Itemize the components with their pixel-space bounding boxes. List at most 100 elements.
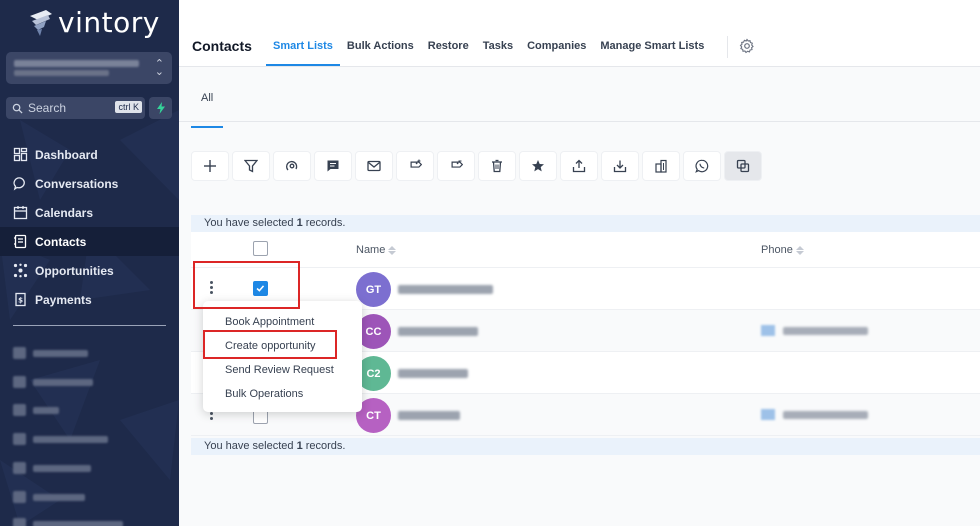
bulk-action-toolbar — [191, 151, 762, 181]
sidebar-item-redacted[interactable] — [13, 518, 123, 526]
tab-tasks[interactable]: Tasks — [476, 40, 520, 66]
message-icon — [327, 160, 339, 172]
lightning-icon — [156, 102, 165, 114]
flag-icon — [761, 409, 775, 420]
tab-companies[interactable]: Companies — [520, 40, 593, 66]
search-placeholder: Search — [28, 101, 67, 115]
delete-button[interactable] — [478, 151, 516, 181]
contact-name-redacted[interactable] — [398, 285, 493, 294]
selection-prefix: You have selected — [204, 217, 294, 229]
delete-icon — [492, 159, 502, 173]
redacted-icon — [13, 433, 26, 445]
export-button[interactable] — [560, 151, 598, 181]
selection-prefix: You have selected — [204, 440, 294, 452]
sidebar-item-redacted[interactable] — [13, 347, 88, 359]
sidebar-item-redacted[interactable] — [13, 433, 108, 445]
redacted-icon — [13, 347, 26, 359]
tab-all[interactable]: All — [191, 92, 223, 128]
review-request-button[interactable] — [519, 151, 557, 181]
header-tabs: Smart Lists Bulk Actions Restore Tasks C… — [266, 40, 711, 66]
sidebar-item-conversations[interactable]: Conversations — [0, 169, 179, 198]
sidebar-item-label: Opportunities — [35, 263, 114, 278]
search-icon — [12, 103, 23, 114]
tab-bulk-actions[interactable]: Bulk Actions — [340, 40, 421, 66]
sidebar-item-calendars[interactable]: Calendars — [0, 198, 179, 227]
sidebar-item-label: Contacts — [35, 234, 87, 249]
quick-action-button[interactable] — [149, 97, 172, 119]
sidebar-item-opportunities[interactable]: Opportunities — [0, 256, 179, 285]
filter-button[interactable] — [232, 151, 270, 181]
tab-restore[interactable]: Restore — [421, 40, 476, 66]
redacted-icon — [13, 518, 26, 526]
redacted-label — [33, 378, 93, 386]
highlight-row-select — [193, 261, 300, 309]
column-header-name[interactable]: Name — [356, 244, 397, 256]
sidebar-item-label: Dashboard — [35, 147, 98, 162]
selection-count: 1 — [296, 440, 303, 452]
add-tag-button[interactable] — [396, 151, 434, 181]
vintory-logo-icon — [30, 9, 52, 36]
search-input[interactable]: Search ctrl K — [6, 97, 145, 119]
column-header-phone[interactable]: Phone — [761, 244, 804, 256]
brand-name: vintory — [58, 6, 160, 39]
contacts-icon — [14, 234, 27, 249]
tab-manage-smart-lists[interactable]: Manage Smart Lists — [593, 40, 711, 66]
gear-icon[interactable] — [739, 38, 755, 54]
phone-number-redacted — [783, 410, 868, 419]
brand-logo[interactable]: vintory — [28, 6, 160, 39]
company-icon — [655, 159, 667, 173]
tab-smart-lists[interactable]: Smart Lists — [266, 40, 340, 66]
sidebar-item-redacted[interactable] — [13, 404, 59, 416]
send-sms-button[interactable] — [314, 151, 352, 181]
merge-button[interactable] — [724, 151, 762, 181]
add-tag-icon — [410, 159, 422, 168]
chat-bubble-icon — [13, 177, 25, 191]
tab-divider — [727, 36, 728, 58]
automation-icon — [285, 160, 298, 171]
phone-redacted — [761, 325, 868, 336]
export-icon — [572, 159, 586, 173]
sidebar: vintory ⌃ ⌄ Search ctrl K Dashboard Conve… — [0, 0, 179, 526]
sidebar-item-label: Calendars — [35, 205, 94, 220]
import-icon — [613, 160, 627, 173]
sidebar-item-redacted[interactable] — [13, 462, 91, 474]
sidebar-item-dashboard[interactable]: Dashboard — [0, 140, 179, 169]
selection-status-top: You have selected 1 records. — [191, 215, 980, 232]
avatar: GT — [356, 272, 391, 307]
account-switcher[interactable]: ⌃ ⌄ — [6, 52, 172, 84]
redacted-label — [33, 464, 91, 472]
menu-item-bulk-operations[interactable]: Bulk Operations — [203, 386, 362, 410]
contact-name-redacted[interactable] — [398, 327, 478, 336]
send-email-button[interactable] — [355, 151, 393, 181]
menu-item-send-review-request[interactable]: Send Review Request — [203, 362, 362, 386]
sidebar-item-payments[interactable]: $ Payments — [0, 285, 179, 314]
sidebar-item-redacted[interactable] — [13, 491, 85, 503]
sidebar-item-redacted[interactable] — [13, 376, 93, 388]
column-label: Name — [356, 244, 386, 256]
selection-suffix: records. — [305, 440, 346, 452]
remove-tag-button[interactable] — [437, 151, 475, 181]
add-to-company-button[interactable] — [642, 151, 680, 181]
sidebar-item-contacts[interactable]: Contacts — [0, 227, 179, 256]
redacted-label — [33, 406, 59, 414]
contact-name-redacted[interactable] — [398, 411, 460, 420]
add-to-automation-button[interactable] — [273, 151, 311, 181]
redacted-icon — [13, 376, 26, 388]
grid-icon — [13, 147, 28, 162]
phone-number-redacted — [783, 326, 868, 335]
email-icon — [367, 160, 381, 172]
import-button[interactable] — [601, 151, 639, 181]
redacted-label — [33, 493, 85, 501]
merge-icon — [736, 159, 750, 173]
payments-icon: $ — [15, 292, 26, 307]
contact-name-redacted[interactable] — [398, 369, 468, 378]
flag-icon — [761, 325, 775, 336]
add-contact-button[interactable] — [191, 151, 229, 181]
account-address-redacted — [14, 70, 109, 76]
selection-status-bottom: You have selected 1 records. — [191, 438, 980, 455]
whatsapp-button[interactable] — [683, 151, 721, 181]
select-all-checkbox[interactable] — [253, 241, 268, 256]
sidebar-item-label: Conversations — [35, 176, 119, 191]
redacted-label — [33, 520, 123, 526]
sidebar-divider — [13, 325, 166, 326]
